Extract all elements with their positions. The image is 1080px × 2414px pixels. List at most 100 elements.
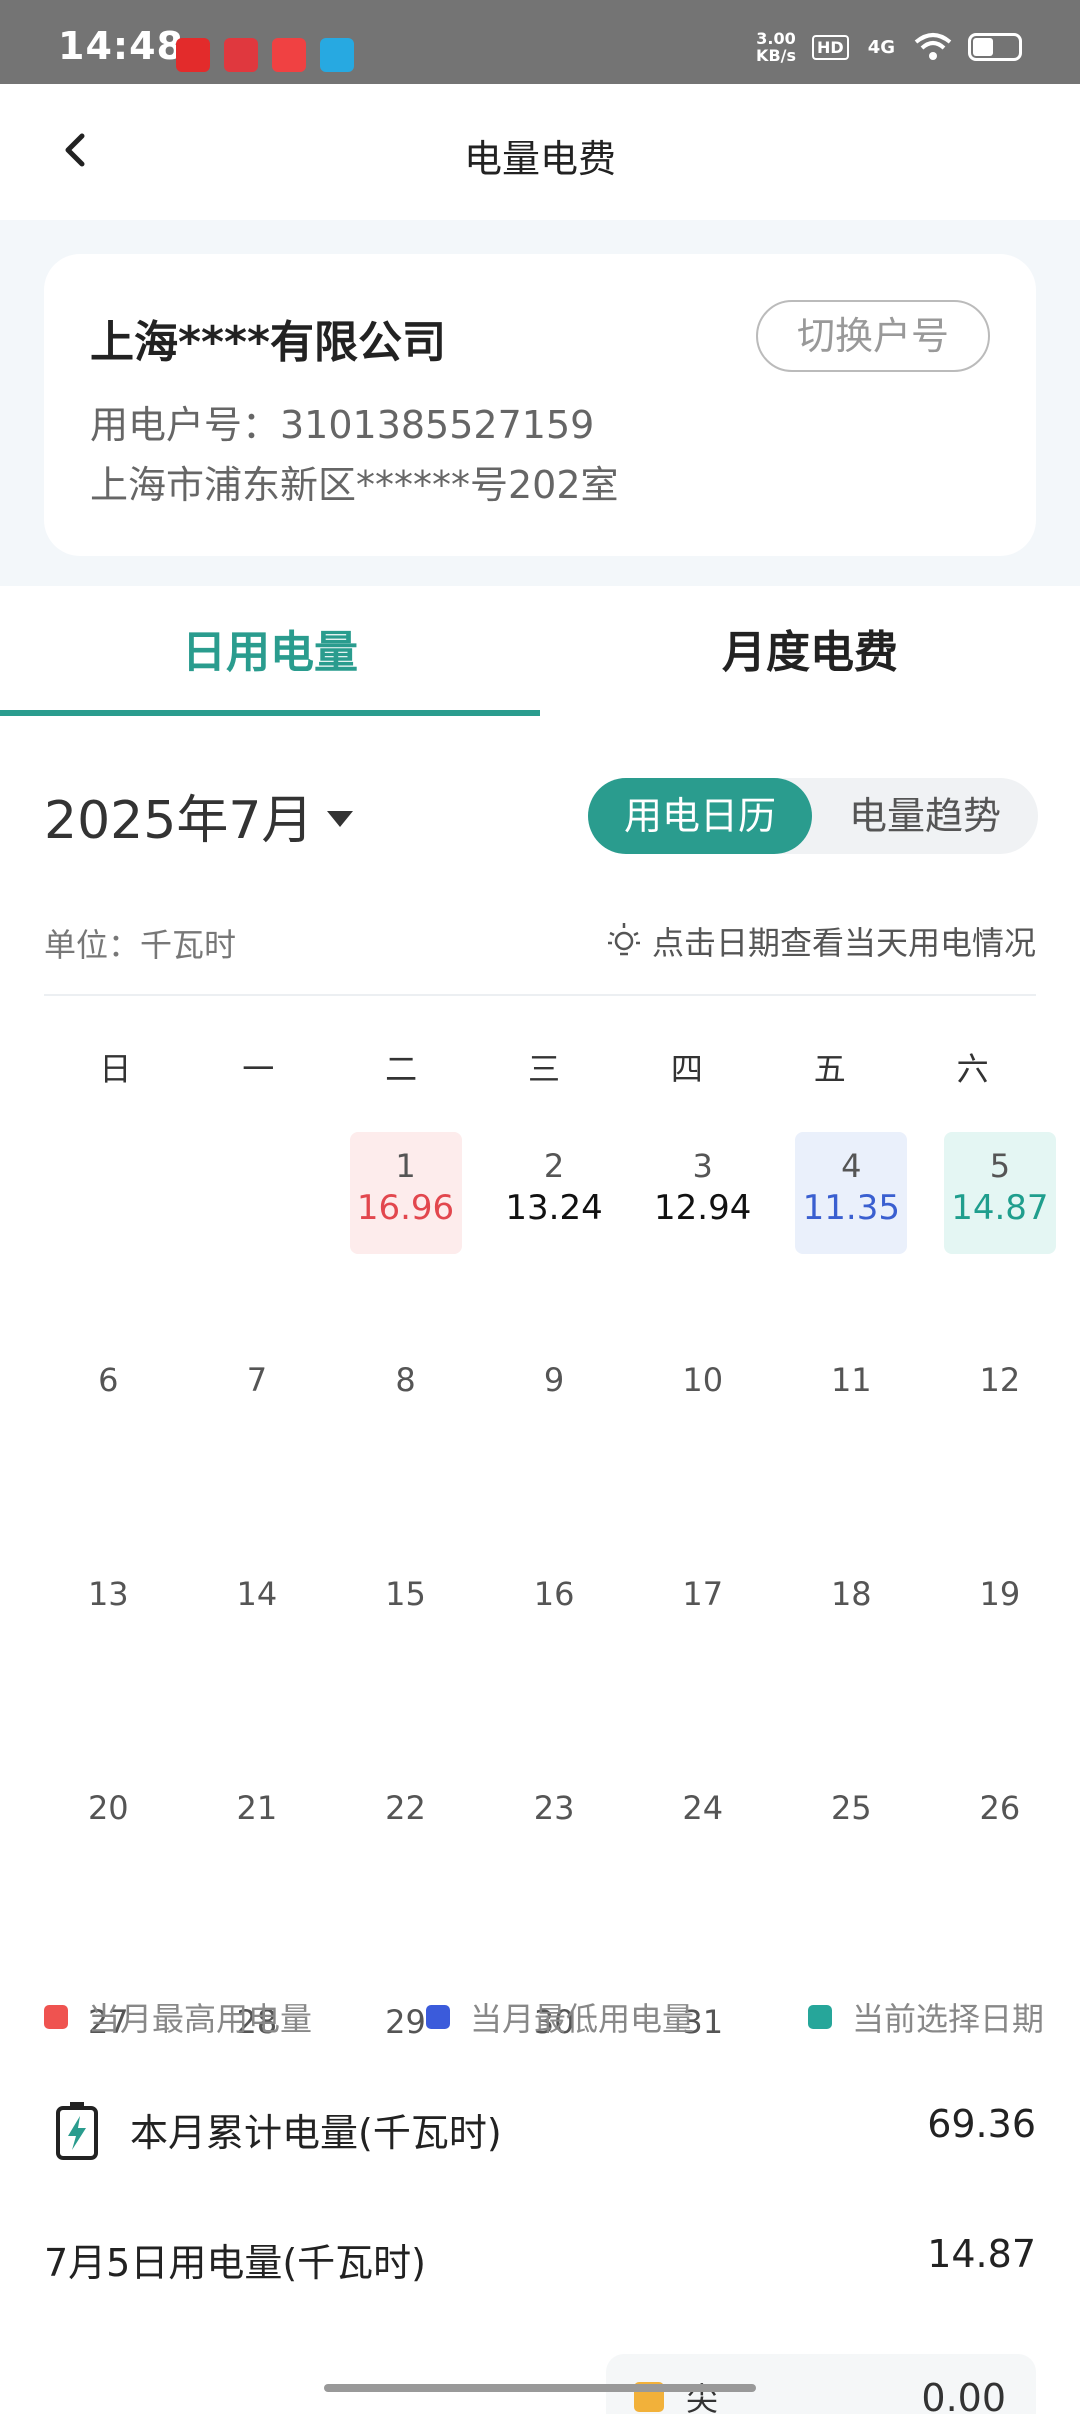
calendar-day-3[interactable]: 3 12.94 (647, 1132, 759, 1254)
toggle-calendar[interactable]: 用电日历 (588, 778, 812, 854)
calendar-day-22[interactable]: 22 (350, 1774, 462, 1896)
calendar-day-4[interactable]: 4 11.35 (795, 1132, 908, 1254)
calendar-day-number: 11 (830, 1361, 872, 1399)
company-name: 上海****有限公司 (90, 317, 447, 368)
weekday-wed: 三 (528, 1050, 561, 1088)
page-title: 电量电费 (463, 137, 616, 181)
calendar-day-10[interactable]: 10 (647, 1346, 759, 1468)
calendar-day-number: 25 (830, 1789, 872, 1827)
tab-daily-usage[interactable]: 日用电量 (0, 616, 540, 680)
calendar-day-usage: 13.24 (505, 1188, 603, 1228)
toggle-trend[interactable]: 电量趋势 (812, 778, 1038, 854)
account-address: 上海市浦东新区******号202室 (90, 463, 619, 507)
calendar-day-number: 22 (385, 1789, 426, 1827)
weekday-sat: 六 (956, 1050, 989, 1088)
battery-icon (968, 33, 1022, 61)
hint-label: 点击日期查看当天用电情况 (651, 924, 1036, 962)
breakdown-value-peak: 0.00 (921, 2376, 1006, 2414)
legend: 当月最高用电量 当月最低用电量 当前选择日期 (44, 1994, 1044, 2040)
calendar-day-7[interactable]: 7 (201, 1346, 313, 1468)
calendar-day-16[interactable]: 16 (498, 1560, 610, 1682)
caret-down-icon (327, 810, 354, 827)
calendar-day-number: 17 (682, 1575, 724, 1613)
home-indicator[interactable] (324, 2384, 756, 2392)
calendar-day-usage: 12.94 (654, 1188, 752, 1228)
weekday-mon: 一 (242, 1050, 275, 1088)
calendar-day-usage: 14.87 (951, 1188, 1049, 1228)
selected-day-value: 14.87 (927, 2232, 1036, 2276)
weekday-header: 日 一 二 三 四 五 六 (44, 1044, 1044, 1090)
month-label: 2025年7月 (44, 791, 314, 851)
calendar-day-usage: 11.35 (802, 1188, 900, 1228)
hint-text: 点击日期查看当天用电情况 (606, 918, 1036, 964)
view-toggle: 用电日历 电量趋势 (588, 778, 1038, 854)
calendar-day-number: 24 (682, 1789, 724, 1827)
calendar-day-17[interactable]: 17 (647, 1560, 759, 1682)
calendar-day-number: 7 (246, 1361, 268, 1399)
status-time: 14:48 (58, 24, 184, 68)
calendar-day-20[interactable]: 20 (52, 1774, 164, 1896)
monthly-total-row: 本月累计电量(千瓦时) 69.36 (44, 2094, 1036, 2174)
calendar-day-number: 4 (841, 1147, 862, 1185)
calendar-day-26[interactable]: 26 (944, 1774, 1056, 1896)
calendar-day-1[interactable]: 1 16.96 (349, 1132, 462, 1254)
calendar-day-15[interactable]: 15 (350, 1560, 462, 1682)
calendar-day-25[interactable]: 25 (795, 1774, 907, 1896)
legend-item-selected: 当前选择日期 (807, 1994, 1044, 2040)
unit-row: 单位：千瓦时 点击日期查看当天用电情况 (44, 916, 1036, 996)
calendar-day-5[interactable]: 5 14.87 (943, 1132, 1056, 1254)
calendar-day-24[interactable]: 24 (647, 1774, 759, 1896)
legend-swatch-max (44, 2005, 68, 2029)
calendar-day-19[interactable]: 19 (944, 1560, 1056, 1682)
legend-swatch-min (425, 2005, 450, 2029)
calendar-day-2[interactable]: 2 13.24 (498, 1132, 610, 1254)
app-toutiao-icon (272, 38, 306, 72)
calendar-day-6[interactable]: 6 (52, 1346, 164, 1468)
legend-item-min: 当月最低用电量 (425, 1994, 694, 2040)
account-number: 用电户号：3101385527159 (90, 403, 595, 447)
legend-label-max: 当月最高用电量 (88, 2000, 313, 2038)
calendar-day-number: 5 (989, 1147, 1011, 1185)
monthly-total-label: 本月累计电量(千瓦时) (130, 2111, 502, 2155)
battery-charge-icon (56, 2102, 98, 2160)
calendar-day-number: 2 (543, 1147, 565, 1185)
calendar-day-23[interactable]: 23 (498, 1774, 610, 1896)
calendar-day-number: 3 (692, 1147, 713, 1185)
calendar-day-21[interactable]: 21 (201, 1774, 313, 1896)
calendar-day-number: 8 (395, 1361, 416, 1399)
weekday-thu: 四 (670, 1050, 703, 1088)
legend-label-selected: 当前选择日期 (851, 2000, 1044, 2038)
calendar-day-number: 21 (236, 1789, 278, 1827)
status-right: 3.00 KB/s HD 4G (756, 30, 1022, 64)
calendar-day-11[interactable]: 11 (795, 1346, 907, 1468)
calendar-day-number: 20 (87, 1789, 129, 1827)
calendar-day-number: 6 (98, 1361, 119, 1399)
calendar-day-number: 23 (533, 1789, 575, 1827)
calendar-day-usage: 16.96 (356, 1188, 455, 1228)
calendar-day-number: 26 (979, 1789, 1021, 1827)
tab-monthly-bill[interactable]: 月度电费 (540, 616, 1080, 680)
calendar-day-18[interactable]: 18 (795, 1560, 907, 1682)
month-picker[interactable]: 2025年7月 (44, 778, 354, 853)
calendar-day-number: 19 (979, 1575, 1021, 1613)
calendar-day-number: 9 (543, 1361, 565, 1399)
network-type: 4G (867, 36, 895, 58)
calendar-day-8[interactable]: 8 (350, 1346, 462, 1468)
switch-account-button[interactable]: 切换户号 (756, 300, 990, 372)
account-card: 上海****有限公司 切换户号 用电户号：3101385527159 上海市浦东… (44, 254, 1036, 556)
calendar-day-9[interactable]: 9 (498, 1346, 610, 1468)
calendar-day-14[interactable]: 14 (201, 1560, 313, 1682)
calendar-day-number: 1 (395, 1147, 416, 1185)
calendar-day-number: 14 (236, 1575, 278, 1613)
calendar-day-number: 10 (682, 1361, 724, 1399)
calendar-day-13[interactable]: 13 (52, 1560, 164, 1682)
account-section: 上海****有限公司 切换户号 用电户号：3101385527159 上海市浦东… (0, 220, 1080, 586)
hd-badge: HD (812, 34, 849, 60)
lightbulb-icon (607, 923, 640, 956)
weekday-tue: 二 (385, 1050, 418, 1088)
nav-bar: 电量电费 (0, 84, 1080, 220)
unit-label: 单位：千瓦时 (44, 926, 237, 964)
calendar-day-12[interactable]: 12 (944, 1346, 1056, 1468)
speed-value: 3.00 (756, 29, 796, 48)
calendar-day-number: 18 (830, 1575, 872, 1613)
